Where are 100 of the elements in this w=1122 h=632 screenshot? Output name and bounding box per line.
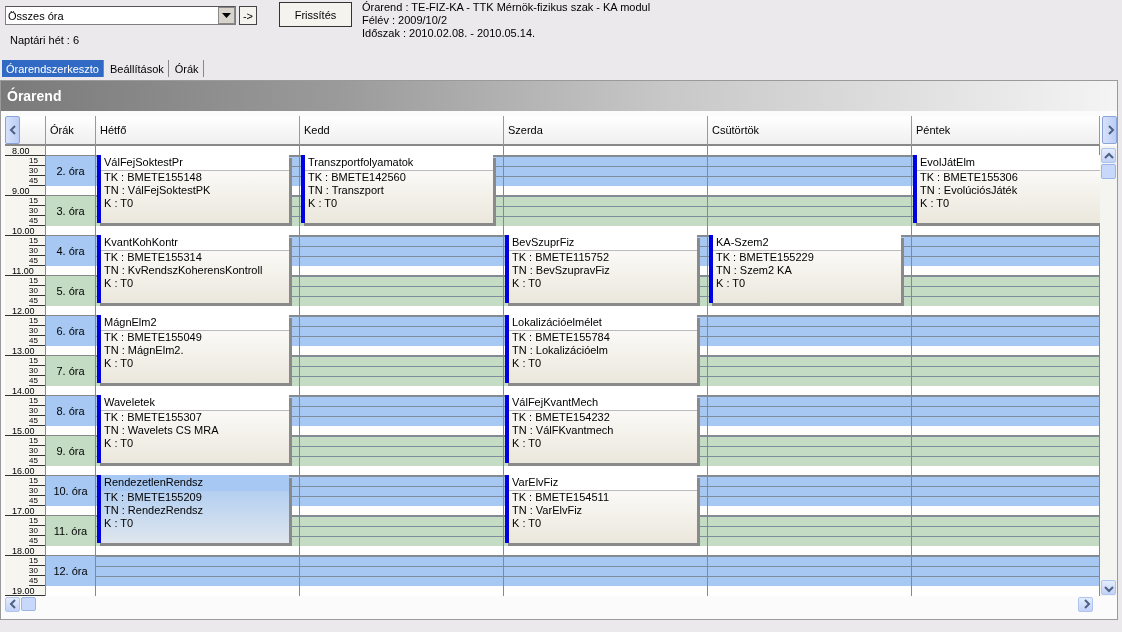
quarter-label: 15 (29, 276, 45, 286)
event-title: MágnElm2 (101, 315, 289, 331)
filter-dropdown[interactable]: Összes óra (5, 6, 236, 25)
hour-label: 19.00 (5, 586, 45, 596)
period-label: 8. óra (46, 396, 95, 426)
event-detail: TN : Transzport (307, 184, 385, 197)
event-detail: K : T0 (103, 437, 135, 450)
quarter-label: 15 (29, 236, 45, 246)
quarter-label: 30 (29, 326, 45, 336)
hour-label: 14.00 (5, 386, 45, 396)
period-label: 6. óra (46, 316, 95, 346)
hour-label: 9.00 (5, 186, 45, 196)
period-label: 5. óra (46, 276, 95, 306)
event-detail: TK : BMETE155209 (103, 491, 203, 504)
period-label: 9. óra (46, 436, 95, 466)
event-detail: TK : BMETE154232 (511, 411, 611, 424)
event-detail: TN : Lokalizációelm (511, 344, 609, 357)
event-card[interactable]: RendezetlenRendsz TK : BMETE155209 TN : RendezRendsz K : T0 (97, 475, 289, 543)
quarter-label: 30 (29, 406, 45, 416)
period-label: 11. óra (46, 516, 95, 546)
event-title: EvolJátElm (917, 155, 1100, 171)
info-line: Félév : 2009/10/2 (362, 14, 448, 27)
event-detail: K : T0 (103, 517, 135, 530)
quarter-label: 30 (29, 526, 45, 536)
quarter-label: 30 (29, 366, 45, 376)
chevron-left-icon (7, 123, 18, 137)
hour-label: 11.00 (5, 266, 45, 276)
event-detail: K : T0 (103, 357, 135, 370)
quarter-label: 15 (29, 436, 45, 446)
quarter-label: 15 (29, 356, 45, 366)
event-detail: K : T0 (919, 197, 951, 210)
event-title: VálFejSoktestPr (101, 155, 289, 171)
event-title: KvantKohKontr (101, 235, 289, 251)
hour-label: 15.00 (5, 426, 45, 436)
event-detail: TK : BMETE154511 (511, 491, 610, 504)
quarter-label: 30 (29, 446, 45, 456)
event-detail: K : T0 (511, 357, 543, 370)
event-detail: K : T0 (103, 277, 135, 290)
column-header: Kedd (300, 116, 504, 146)
event-detail: TK : BMETE155306 (919, 171, 1019, 184)
quarter-label: 15 (29, 556, 45, 566)
event-card[interactable]: Waveletek TK : BMETE155307 TN : Wavelets CS MRA K : T0 (97, 395, 289, 463)
scroll-up-button[interactable] (1101, 148, 1116, 163)
event-detail: TK : BMETE155049 (103, 331, 203, 344)
scroll-left-button[interactable] (5, 596, 20, 612)
go-button[interactable]: -> (239, 6, 257, 25)
event-title: Lokalizációelmélet (509, 315, 697, 331)
event-detail: TK : BMETE155229 (715, 251, 815, 264)
previous-week-button[interactable] (5, 116, 20, 144)
hour-label: 8.00 (5, 146, 45, 156)
event-detail: TN : RendezRendsz (103, 504, 205, 517)
week-label: Naptári hét : 6 (10, 34, 81, 46)
event-detail: K : T0 (307, 197, 339, 210)
quarter-label: 30 (29, 286, 45, 296)
event-detail: TN : Szem2 KA (715, 264, 793, 277)
event-card[interactable]: Lokalizációelmélet TK : BMETE155784 TN : Lokalizációelm K : T0 (505, 315, 697, 383)
event-detail: TN : VálFKvantmech (511, 424, 615, 437)
hour-label: 18.00 (5, 546, 45, 556)
event-card[interactable]: Transzportfolyamatok TK : BMETE142560 TN : Transzport K : T0 (301, 155, 493, 223)
hour-label: 10.00 (5, 226, 45, 236)
event-card[interactable]: VarElvFiz TK : BMETE154511 TN : VarElvFiz K : T0 (505, 475, 697, 543)
period-label: 7. óra (46, 356, 95, 386)
period-label: 4. óra (46, 236, 95, 266)
horizontal-scroll-thumb[interactable] (21, 597, 36, 611)
event-card[interactable]: KA-Szem2 TK : BMETE155229 TN : Szem2 KA K : T0 (709, 235, 901, 303)
event-card[interactable]: EvolJátElm TK : BMETE155306 TN : EvolúciósJáték K : T0 (913, 155, 1100, 223)
panel-title: Órarend (1, 81, 1117, 111)
tab[interactable]: Órák (170, 60, 204, 77)
event-detail: K : T0 (103, 197, 135, 210)
event-title: VarElvFiz (509, 475, 697, 491)
event-detail: K : T0 (715, 277, 747, 290)
event-detail: K : T0 (511, 437, 543, 450)
hour-label: 16.00 (5, 466, 45, 476)
tab[interactable]: Beállítások (105, 60, 169, 77)
vertical-scroll-thumb[interactable] (1101, 164, 1116, 179)
column-header: Órák (46, 116, 96, 146)
quarter-label: 30 (29, 566, 45, 576)
event-title: VálFejKvantMech (509, 395, 697, 411)
event-card[interactable]: MágnElm2 TK : BMETE155049 TN : MágnElm2. K : T0 (97, 315, 289, 383)
event-detail: TK : BMETE155784 (511, 331, 611, 344)
refresh-button[interactable]: Frissítés (279, 2, 352, 27)
event-title: Transzportfolyamatok (305, 155, 493, 171)
period-label: 3. óra (46, 196, 95, 226)
event-detail: TN : Wavelets CS MRA (103, 424, 220, 437)
event-card[interactable]: KvantKohKontr TK : BMETE155314 TN : KvRendszKoherensKontroll K : T0 (97, 235, 289, 303)
event-card[interactable]: BevSzuprFiz TK : BMETE115752 TN : BevSzupravFiz K : T0 (505, 235, 697, 303)
period-label: 10. óra (46, 476, 95, 506)
scroll-right-button[interactable] (1078, 596, 1093, 612)
event-title: KA-Szem2 (713, 235, 901, 251)
next-week-button[interactable] (1102, 116, 1117, 144)
quarter-label: 30 (29, 486, 45, 496)
event-detail: TK : BMETE115752 (511, 251, 610, 264)
scroll-down-button[interactable] (1101, 580, 1116, 595)
event-card[interactable]: VálFejSoktestPr TK : BMETE155148 TN : VálFejSoktestPK K : T0 (97, 155, 289, 223)
event-detail: TN : MágnElm2. (103, 344, 185, 357)
quarter-label: 15 (29, 316, 45, 326)
event-title: BevSzuprFiz (509, 235, 697, 251)
event-card[interactable]: VálFejKvantMech TK : BMETE154232 TN : VálFKvantmech K : T0 (505, 395, 697, 463)
quarter-label: 30 (29, 206, 45, 216)
tab[interactable]: Órarendszerkeszto (2, 60, 104, 77)
